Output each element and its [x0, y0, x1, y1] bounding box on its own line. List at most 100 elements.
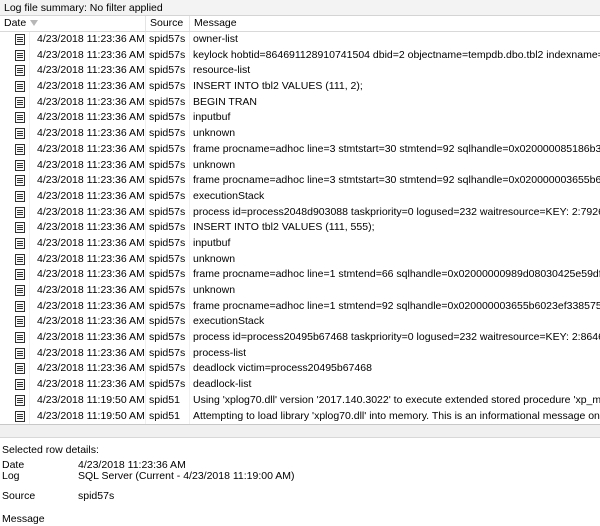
row-icon-cell — [0, 251, 30, 268]
row-message: keylock hobtid=864691128910741504 dbid=2… — [193, 48, 600, 61]
row-icon-cell — [0, 204, 30, 221]
details-source-label: Source — [2, 490, 36, 502]
row-icon-cell — [0, 283, 30, 299]
row-source: spid57s — [146, 32, 190, 48]
table-row[interactable]: 4/23/2018 11:23:36 AM spid57s frame procna… — [0, 267, 600, 283]
row-source: spid57s — [146, 157, 190, 174]
table-row[interactable]: 4/23/2018 11:23:36 AM spid57s frame procna… — [0, 141, 600, 158]
log-entry-icon — [15, 96, 25, 108]
row-message: unknown — [193, 127, 236, 140]
table-row[interactable]: 4/23/2018 11:23:36 AM spid57s deadlock vic… — [0, 361, 600, 378]
log-entry-icon — [15, 379, 25, 391]
column-header-source[interactable]: Source — [146, 16, 190, 31]
log-entry-icon — [15, 206, 25, 218]
table-row[interactable]: 4/23/2018 11:23:36 AM spid57s owner-list — [0, 32, 600, 48]
table-row[interactable]: 4/23/2018 11:23:36 AM spid57s frame procna… — [0, 298, 600, 315]
pane-splitter[interactable] — [0, 424, 600, 438]
row-icon-cell — [0, 47, 30, 64]
log-entry-icon — [15, 363, 25, 375]
table-row[interactable]: 4/23/2018 11:23:36 AM spid57s INSERT INTO … — [0, 220, 600, 236]
row-source: spid57s — [146, 330, 190, 346]
row-date: 4/23/2018 11:23:36 AM — [30, 188, 146, 205]
row-icon-cell — [0, 188, 30, 205]
table-row[interactable]: 4/23/2018 11:23:36 AM spid57s frame procna… — [0, 173, 600, 189]
row-source: spid57s — [146, 173, 190, 189]
log-entry-icon — [15, 49, 25, 61]
log-entry-icon — [15, 190, 25, 202]
row-icon-cell — [0, 94, 30, 111]
log-grid: 4/23/2018 11:23:36 AM spid57s owner-list 4/… — [0, 32, 600, 424]
table-row[interactable]: 4/23/2018 11:23:36 AM spid57s inputbuf — [0, 110, 600, 127]
row-source: spid57s — [146, 94, 190, 111]
row-icon-cell — [0, 220, 30, 236]
row-icon-cell — [0, 298, 30, 315]
table-row[interactable]: 4/23/2018 11:23:36 AM spid57s process-list — [0, 345, 600, 362]
details-log-value: SQL Server (Current - 4/23/2018 11:19:00… — [78, 470, 295, 482]
row-source: spid57s — [146, 141, 190, 158]
row-icon-cell — [0, 314, 30, 331]
table-row[interactable]: 4/23/2018 11:23:36 AM spid57s unknown — [0, 157, 600, 174]
log-entry-icon — [15, 128, 25, 140]
row-source: spid57s — [146, 79, 190, 95]
table-row[interactable]: 4/23/2018 11:23:36 AM spid57s keylock hobt… — [0, 47, 600, 64]
table-row[interactable]: 4/23/2018 11:23:36 AM spid57s deadlock-lis… — [0, 377, 600, 393]
row-source: spid51 — [146, 408, 190, 424]
table-row[interactable]: 4/23/2018 11:23:36 AM spid57s process id=p… — [0, 204, 600, 221]
row-icon-cell — [0, 408, 30, 424]
row-message: frame procname=adhoc line=1 stmtend=66 s… — [193, 268, 600, 281]
row-message: Attempting to load library 'xplog70.dll'… — [193, 409, 600, 422]
row-date: 4/23/2018 11:23:36 AM — [30, 79, 146, 95]
row-source: spid57s — [146, 298, 190, 315]
row-date: 4/23/2018 11:19:50 AM — [30, 408, 146, 424]
column-header-date[interactable]: Date — [0, 16, 146, 31]
row-source: spid57s — [146, 63, 190, 80]
row-message: unknown — [193, 252, 236, 265]
row-source: spid57s — [146, 235, 190, 252]
table-row[interactable]: 4/23/2018 11:23:36 AM spid57s process id=p… — [0, 330, 600, 346]
table-row[interactable]: 4/23/2018 11:23:36 AM spid57s unknown — [0, 251, 600, 268]
row-source: spid57s — [146, 377, 190, 393]
row-details-pane: Selected row details: Date 4/23/2018 11:2… — [0, 438, 600, 526]
table-row[interactable]: 4/23/2018 11:23:36 AM spid57s executionSta… — [0, 188, 600, 205]
log-entry-icon — [15, 222, 25, 234]
row-message: executionStack — [193, 315, 265, 328]
row-date: 4/23/2018 11:23:36 AM — [30, 345, 146, 362]
row-message: frame procname=adhoc line=3 stmtstart=30… — [193, 174, 600, 187]
row-source: spid57s — [146, 251, 190, 268]
table-row[interactable]: 4/23/2018 11:23:36 AM spid57s unknown — [0, 126, 600, 142]
table-row[interactable]: 4/23/2018 11:19:50 AM spid51 Attempting to… — [0, 408, 600, 424]
log-entry-icon — [15, 81, 25, 93]
row-message: process id=process2048d903088 taskpriori… — [193, 205, 600, 218]
row-icon-cell — [0, 141, 30, 158]
row-message: frame procname=adhoc line=1 stmtend=92 s… — [193, 299, 600, 312]
log-entry-icon — [15, 159, 25, 171]
log-entry-icon — [15, 394, 25, 406]
table-row[interactable]: 4/23/2018 11:19:50 AM spid51 Using 'xplog7… — [0, 392, 600, 409]
table-row[interactable]: 4/23/2018 11:23:36 AM spid57s resource-lis… — [0, 63, 600, 80]
row-message: resource-list — [193, 64, 251, 77]
log-entry-icon — [15, 175, 25, 187]
row-source: spid57s — [146, 220, 190, 236]
log-entry-icon — [15, 65, 25, 77]
table-row[interactable]: 4/23/2018 11:23:36 AM spid57s BEGIN TRAN — [0, 94, 600, 111]
log-entry-icon — [15, 237, 25, 249]
row-date: 4/23/2018 11:23:36 AM — [30, 220, 146, 236]
row-date: 4/23/2018 11:23:36 AM — [30, 377, 146, 393]
log-entry-icon — [15, 410, 25, 422]
row-message: frame procname=adhoc line=3 stmtstart=30… — [193, 142, 600, 155]
row-icon-cell — [0, 330, 30, 346]
table-row[interactable]: 4/23/2018 11:23:36 AM spid57s INSERT INTO … — [0, 79, 600, 95]
table-row[interactable]: 4/23/2018 11:23:36 AM spid57s executionSta… — [0, 314, 600, 331]
table-row[interactable]: 4/23/2018 11:23:36 AM spid57s unknown — [0, 283, 600, 299]
sort-arrow-icon[interactable] — [30, 20, 38, 26]
log-entry-icon — [15, 269, 25, 281]
log-entry-icon — [15, 347, 25, 359]
row-icon-cell — [0, 267, 30, 283]
column-header-message[interactable]: Message — [190, 16, 600, 31]
row-source: spid57s — [146, 110, 190, 127]
table-row[interactable]: 4/23/2018 11:23:36 AM spid57s inputbuf — [0, 235, 600, 252]
row-date: 4/23/2018 11:19:50 AM — [30, 392, 146, 409]
row-message: unknown — [193, 158, 236, 171]
row-message: inputbuf — [193, 236, 231, 249]
row-icon-cell — [0, 110, 30, 127]
